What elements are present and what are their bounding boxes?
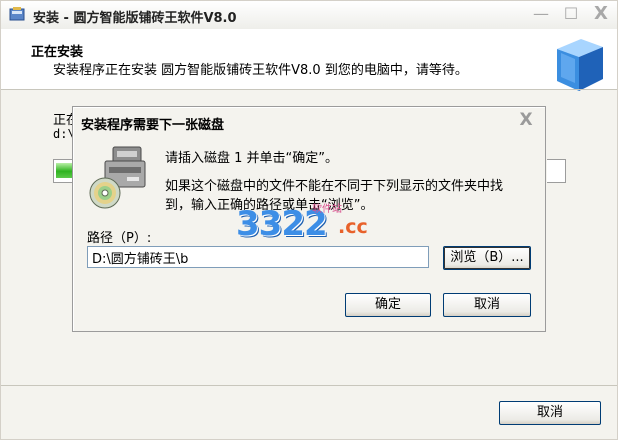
path-input[interactable]	[87, 246, 429, 268]
dialog-close-button[interactable]: X	[515, 109, 537, 131]
header-title: 正在安装	[31, 45, 84, 60]
close-button[interactable]: X	[591, 5, 611, 23]
cancel-install-button[interactable]: 取消	[499, 401, 601, 425]
header-description: 安装程序正在安装 圆方智能版铺砖王软件V8.0 到您的电脑中，请等待。	[53, 63, 468, 78]
installer-app-icon	[9, 7, 25, 21]
browse-button[interactable]: 浏览（B）...	[443, 246, 531, 270]
dialog-title: 安装程序需要下一张磁盘	[81, 118, 225, 133]
next-disk-dialog: 安装程序需要下一张磁盘 X 请插入磁盘 1 并单击“确定”。 如果这个磁盘中的文…	[72, 106, 546, 332]
ok-button[interactable]: 确定	[345, 293, 431, 317]
minimize-button[interactable]: —	[531, 5, 551, 23]
title-bar: 安装 - 圆方智能版铺砖王软件V8.0 — ☐ X	[1, 1, 617, 29]
progress-bar-end	[547, 159, 566, 183]
dialog-cancel-button[interactable]: 取消	[443, 293, 531, 317]
blue-cube-icon	[557, 39, 603, 91]
install-header: 正在安装 安装程序正在安装 圆方智能版铺砖王软件V8.0 到您的电脑中，请等待。	[1, 29, 617, 91]
maximize-button[interactable]: ☐	[561, 5, 581, 23]
header-divider	[1, 89, 617, 90]
insert-disk-message: 请插入磁盘 1 并单击“确定”。	[165, 151, 339, 166]
path-label: 路径（P）:	[87, 231, 152, 246]
footer-divider	[1, 385, 617, 386]
path-help-message: 如果这个磁盘中的文件不能在不同于下列显示的文件夹中找到，输入正确的路径或单击“浏…	[165, 179, 504, 213]
disk-drive-icon	[89, 146, 146, 209]
window-title: 安装 - 圆方智能版铺砖王软件V8.0	[33, 11, 237, 26]
